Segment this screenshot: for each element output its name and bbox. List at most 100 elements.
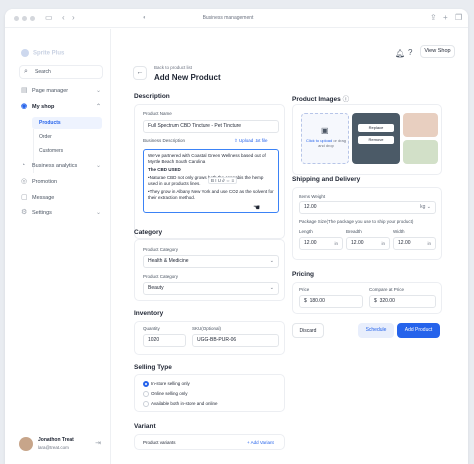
browser-window: ▭ ‹ › ◐ Business management ⇪ + ❐ Sprite…	[5, 9, 468, 464]
compare-price-input[interactable]: $ 320.00	[369, 295, 436, 308]
format-toolbar[interactable]: B I U ∂ ⇔ ≡	[208, 177, 238, 184]
product-images-title: Product Images ⓘ	[292, 96, 350, 103]
sidebar-subitem-products[interactable]: Products	[32, 117, 102, 129]
maximize-dot[interactable]	[30, 16, 35, 21]
width-label: Width	[393, 229, 405, 234]
user-email: lara@treat.com	[38, 445, 69, 450]
shipping-title: Shipping and Delivery	[292, 176, 361, 183]
sidebar-item-my-shop[interactable]: ◉ My shop ⌃	[19, 101, 105, 113]
compare-price-label: Compare at Price	[369, 287, 405, 292]
sidebar-subitem-customers[interactable]: Customers	[32, 145, 102, 157]
length-label: Length	[299, 229, 313, 234]
product-name-label: Product Name	[143, 111, 172, 116]
chevron-down-icon: ⌄	[95, 210, 101, 216]
sidebar-subitem-order[interactable]: Order	[32, 131, 102, 143]
description-bullet: •They grow in Albany New York and use CO…	[148, 189, 274, 200]
currency-symbol: $	[374, 298, 377, 304]
message-icon: ▢	[21, 194, 28, 201]
variant-card: Product variants + Add Variant	[134, 434, 285, 450]
info-icon[interactable]: ⓘ	[343, 96, 350, 103]
page-title: Add New Product	[154, 73, 221, 82]
user-profile[interactable]: Jonathon Treat lara@treat.com ⇥	[19, 435, 105, 455]
bell-icon[interactable]: 🔔︎	[395, 49, 405, 58]
variant-title: Variant	[134, 423, 156, 430]
price-label: Price	[299, 287, 310, 292]
help-icon[interactable]: ?	[408, 48, 412, 57]
sidebar-toggle-icon[interactable]: ▭	[45, 13, 53, 23]
sidebar-item-message[interactable]: ▢ Message	[19, 192, 105, 204]
view-shop-button[interactable]: View Shop	[420, 45, 455, 58]
sidebar-item-settings[interactable]: ⚙ Settings ⌄	[19, 207, 105, 219]
product-thumbnail[interactable]	[403, 113, 438, 137]
chevron-down-icon: ⌄	[269, 258, 274, 264]
radio-in-store[interactable]: In-store selling only	[143, 380, 190, 388]
address-bar[interactable]: Business management	[143, 14, 313, 23]
back-icon[interactable]: ‹	[62, 13, 65, 23]
description-paragraph: We've partnered with Coastal Green Welln…	[148, 153, 266, 164]
logout-icon[interactable]: ⇥	[95, 439, 101, 447]
back-button[interactable]: ←	[133, 66, 147, 80]
product-category-label: Product Category	[143, 247, 179, 252]
radio-selected-icon	[143, 381, 149, 387]
sku-label: SKU(Optional)	[192, 326, 222, 331]
width-input[interactable]: 12.00 in	[393, 237, 436, 250]
product-name-input[interactable]: Full Spectrum CBD Tincture - Pet Tinctur…	[143, 120, 279, 133]
main-product-image[interactable]: Replace Remove	[352, 113, 400, 164]
quantity-label: Quantity	[143, 326, 160, 331]
sidebar-item-business-analytics[interactable]: ◔ Business analytics ⌄	[19, 160, 105, 172]
product-variants-label: Product variants	[143, 440, 176, 445]
add-product-button[interactable]: Add Product	[397, 323, 440, 338]
avatar	[19, 437, 33, 451]
length-unit: in	[334, 241, 338, 246]
breadcrumb[interactable]: Back to product list	[154, 65, 192, 70]
description-card: Product Name Full Spectrum CBD Tincture …	[134, 104, 285, 239]
schedule-button[interactable]: Schedule	[358, 323, 394, 338]
close-dot[interactable]	[14, 16, 19, 21]
chevron-down-icon: ⌄	[95, 163, 101, 169]
inventory-card: Quantity 1020 SKU(Optional) UGG-BB-PUR-0…	[134, 321, 285, 355]
chevron-down-icon: ⌄	[269, 285, 274, 291]
radio-icon	[143, 401, 149, 407]
shipping-card: Items Weight 12.00 kg ⌄ Package Size(The …	[292, 187, 442, 260]
add-variant-button[interactable]: + Add Variant	[247, 440, 274, 445]
sub-category-label: Product Category	[143, 274, 179, 279]
product-category-select[interactable]: Health & Medicine ⌄	[143, 255, 279, 268]
quantity-input[interactable]: 1020	[143, 334, 186, 347]
inventory-title: Inventory	[134, 310, 164, 317]
length-input[interactable]: 12.00 in	[299, 237, 343, 250]
sku-input[interactable]: UGG-BB-PUR-06	[192, 334, 279, 347]
sub-category-select[interactable]: Beauty ⌄	[143, 282, 279, 295]
image-dropzone[interactable]: ▣ Click to upload or drag and drop	[301, 113, 349, 164]
discard-button[interactable]: Discard	[292, 323, 324, 338]
radio-online[interactable]: Online selling only	[143, 390, 188, 398]
shop-icon: ◉	[21, 103, 28, 110]
weight-input[interactable]: 12.00 kg ⌄	[299, 201, 436, 214]
page-icon: ▤	[21, 87, 28, 94]
radio-both[interactable]: Available both in-store and online	[143, 400, 217, 408]
category-title: Category	[134, 229, 163, 236]
dropzone-text: Click to upload or drag and drop	[305, 138, 347, 148]
user-name: Jonathon Treat	[38, 437, 74, 443]
forward-icon[interactable]: ›	[72, 13, 75, 23]
sidebar-item-promotion[interactable]: ◎ Promotion	[19, 176, 105, 188]
breadth-input[interactable]: 12.00 in	[346, 237, 390, 250]
replace-image-button[interactable]: Replace	[358, 124, 394, 132]
selling-type-card: In-store selling only Online selling onl…	[134, 374, 285, 412]
sidebar: Sprite Plus ⌕ Search ▤ Page manager ⌄ ◉ M…	[5, 29, 111, 464]
new-tab-icon[interactable]: +	[443, 13, 448, 23]
upload-txt-link[interactable]: ⇧ Upload .txt file	[234, 138, 268, 144]
search-input[interactable]: ⌕ Search	[19, 65, 103, 79]
price-input[interactable]: $ 180.00	[299, 295, 363, 308]
main-content: 🔔︎ ? View Shop ← Back to product list Ad…	[112, 29, 468, 464]
share-icon[interactable]: ⇪	[430, 13, 437, 23]
minimize-dot[interactable]	[22, 16, 27, 21]
product-thumbnail[interactable]	[403, 140, 438, 164]
image-icon: ▣	[321, 126, 329, 135]
sidebar-item-page-manager[interactable]: ▤ Page manager ⌄	[19, 85, 105, 97]
remove-image-button[interactable]: Remove	[358, 136, 394, 144]
tabs-icon[interactable]: ❐	[455, 13, 462, 23]
business-description-label: Business Description	[143, 138, 186, 143]
logo: Sprite Plus	[21, 49, 64, 57]
package-size-label: Package Size(The package you use to ship…	[299, 219, 414, 224]
title-bar: ▭ ‹ › ◐ Business management ⇪ + ❐	[5, 9, 468, 28]
